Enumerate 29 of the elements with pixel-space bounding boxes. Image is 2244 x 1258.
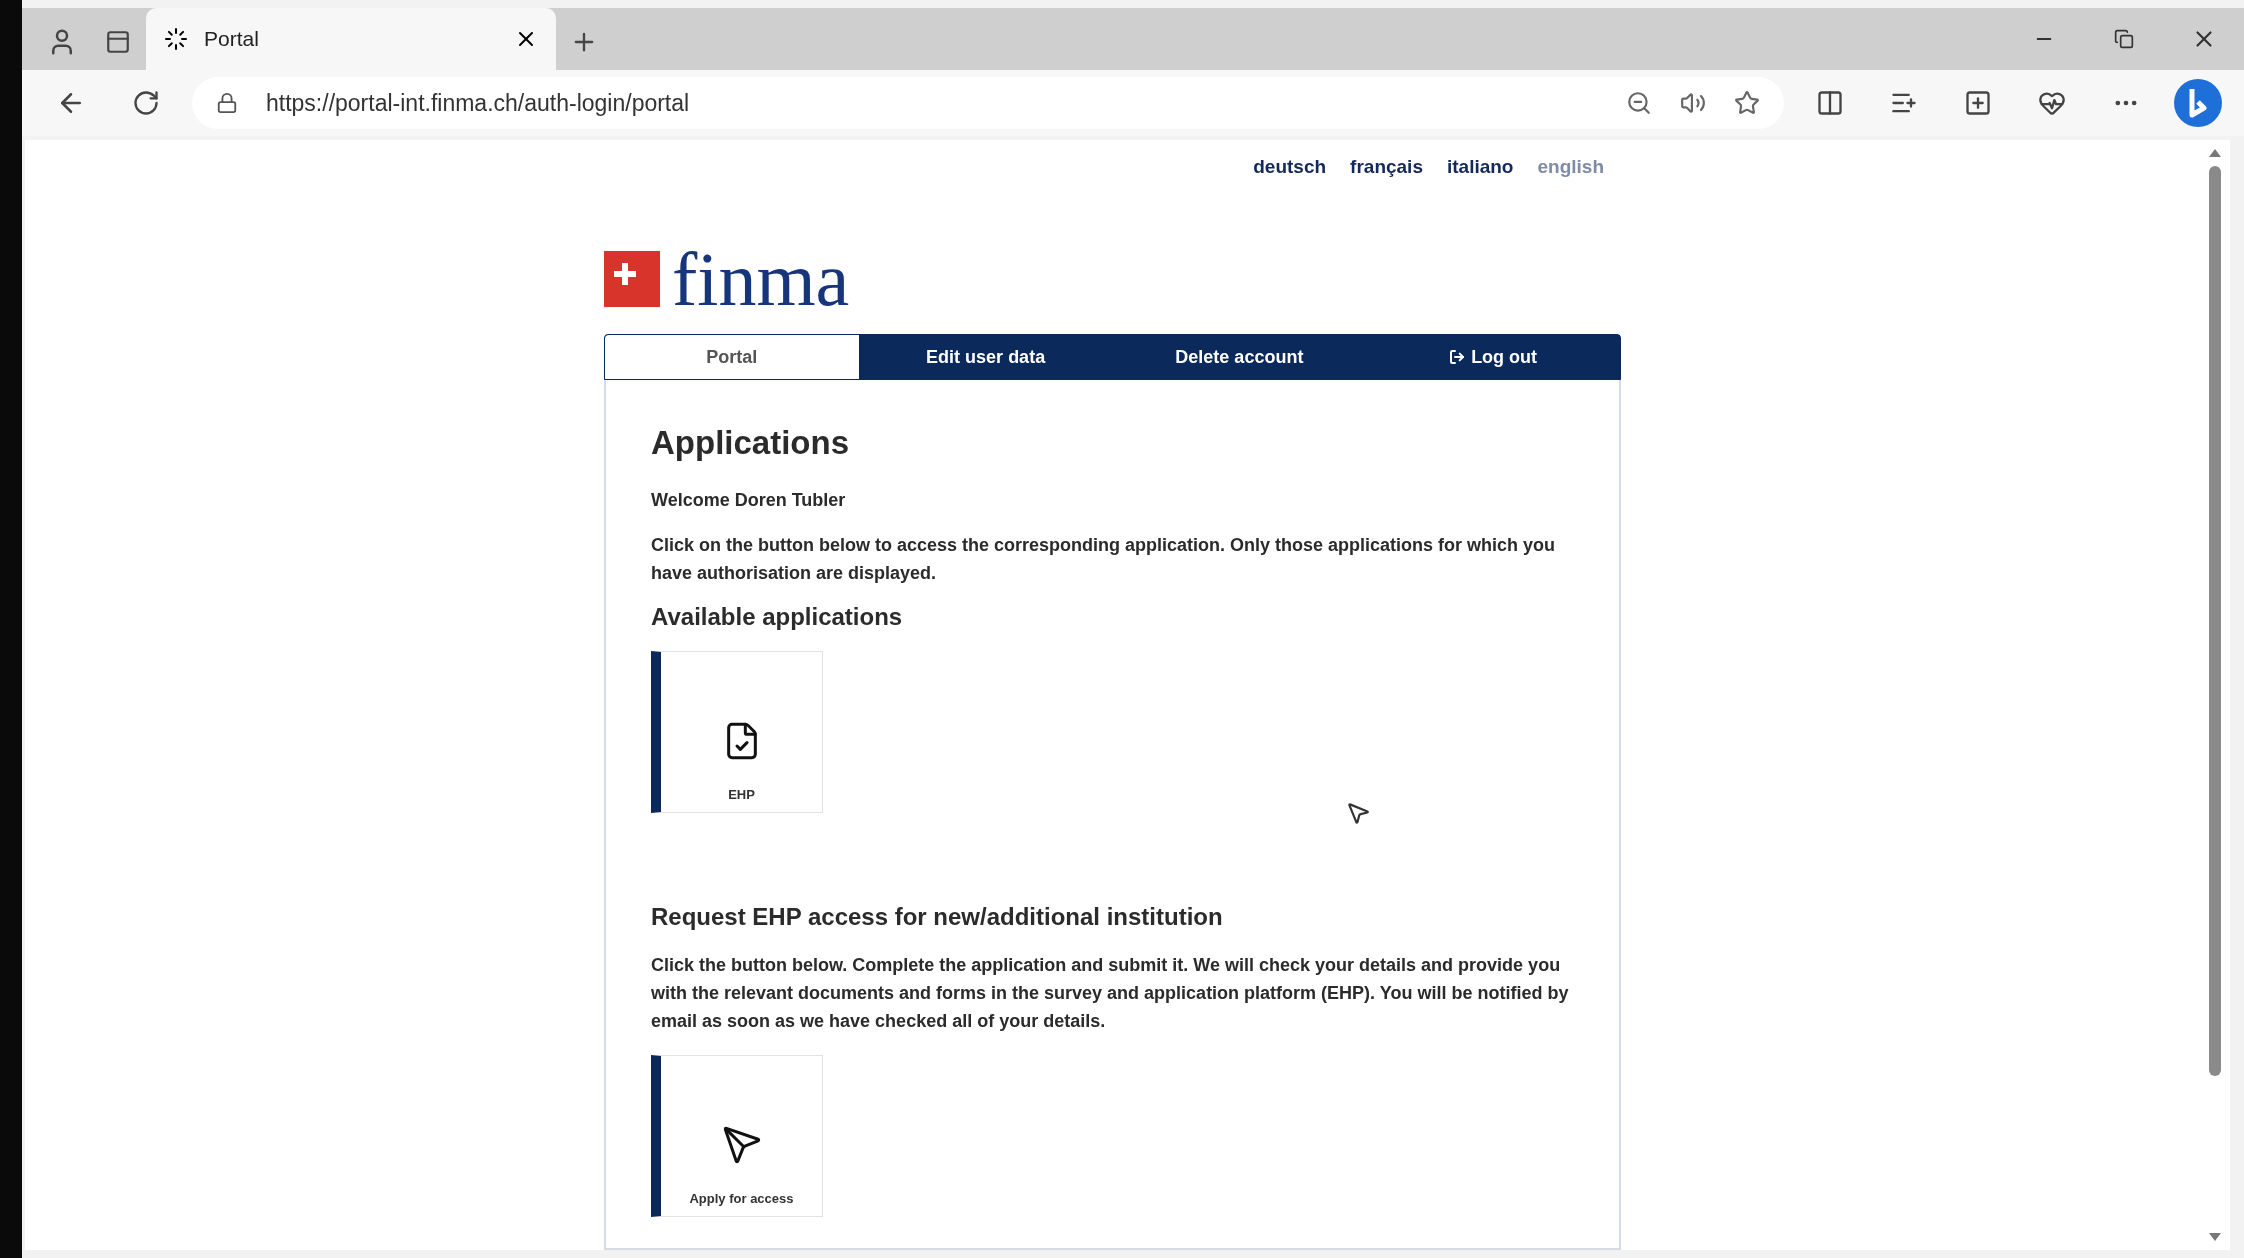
language-link[interactable]: deutsch — [1253, 156, 1327, 178]
lock-icon — [216, 92, 238, 114]
logo-text: finma — [672, 241, 850, 317]
browser-tab[interactable]: Portal — [146, 8, 556, 70]
zoom-out-icon[interactable] — [1626, 90, 1652, 116]
page-heading: Applications — [651, 424, 851, 462]
assistant-logo-icon[interactable] — [2172, 77, 2224, 129]
speaker-icon[interactable] — [1680, 90, 1706, 116]
mouse-cursor-icon — [1345, 800, 1371, 826]
language-link[interactable]: français — [1350, 156, 1423, 178]
loading-icon — [164, 27, 188, 51]
paper-plane-icon — [721, 1125, 762, 1165]
logout-icon — [1449, 349, 1466, 365]
star-icon[interactable] — [1734, 90, 1760, 116]
language-link[interactable]: italiano — [1446, 156, 1514, 178]
section-heading: Request EHP access for new/additional institution — [651, 903, 1224, 931]
request-text: Click the button below. Complete the application and submit it. We will check your details and provide you with the relevant documents and forms in the survey and application platform (EHP). You will be notified by email as soon as we have checked all of your details. — [651, 954, 1570, 1033]
tab-title: Portal — [204, 27, 260, 51]
nav-tab[interactable]: Portal — [605, 335, 859, 379]
scroll-up-icon[interactable] — [2208, 148, 2222, 158]
welcome-text: Welcome Doren Tubler — [651, 490, 847, 511]
section-heading: Available applications — [651, 603, 904, 631]
url-text: https://portal-int.finma.ch/auth-login/portal — [266, 89, 691, 117]
swiss-flag-icon — [604, 251, 660, 307]
intro-text: Click on the button below to access the corresponding application. Only those applications for which you have authorisation are displayed. — [651, 534, 1557, 585]
application-card[interactable]: EHP — [651, 651, 823, 813]
application-card[interactable]: Apply for access — [651, 1055, 823, 1217]
scroll-down-icon[interactable] — [2208, 1232, 2222, 1242]
address-bar[interactable]: https://portal-int.finma.ch/auth-login/portal — [192, 77, 1784, 129]
